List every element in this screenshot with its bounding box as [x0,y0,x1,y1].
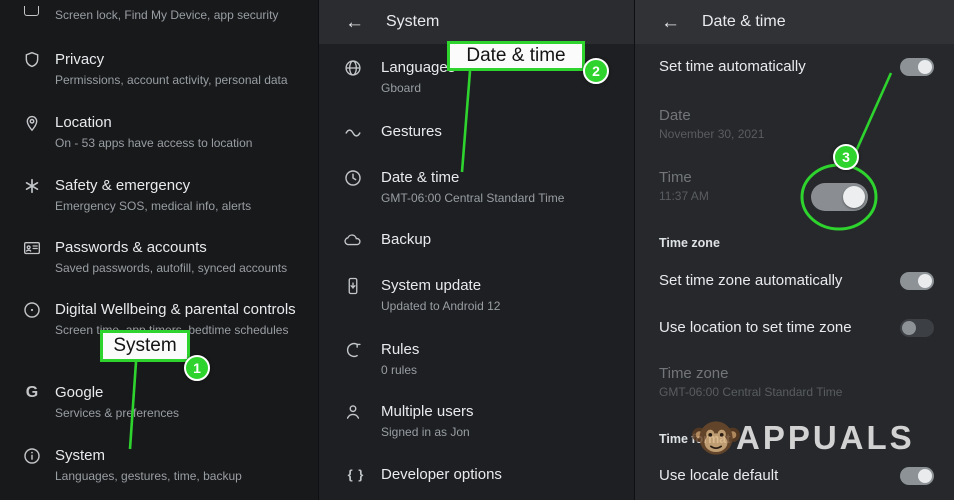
item-title: Location [55,114,112,131]
system-header: ← System [319,0,634,44]
item-title: System [55,447,106,464]
row-title: Time zone [659,365,729,382]
step-badge-1: 1 [184,355,210,381]
step-badge-3: 3 [833,144,859,170]
magnified-toggle [811,183,868,211]
row-value: GMT-06:00 Central Standard Time [659,385,843,399]
annotation-label-system: System [100,330,190,362]
row-value: November 30, 2021 [659,127,765,141]
location-pin-icon [22,113,42,133]
phone-update-icon [343,276,363,296]
google-letter: G [25,384,39,401]
clock-icon [343,168,363,188]
item-subtitle: Permissions, account activity, personal … [55,73,288,87]
back-icon[interactable]: ← [345,13,364,32]
item-subtitle: GMT-06:00 Central Standard Time [381,191,565,205]
item-title: Date & time [381,169,460,186]
item-subtitle: Signed in as Jon [381,425,470,439]
item-subtitle: Updated to Android 12 [381,299,501,313]
item-title: Google [55,384,104,401]
item-title: Privacy [55,51,105,68]
row-use-location-time-zone[interactable]: Use location to set time zone [635,318,954,338]
system-icon [22,446,42,466]
privacy-icon [22,50,42,70]
item-title: Passwords & accounts [55,239,207,256]
item-subtitle: Emergency SOS, medical info, alerts [55,199,252,213]
item-title: Developer options [381,466,502,483]
rules-icon [343,340,363,360]
item-subtitle: 0 rules [381,363,418,377]
row-title: Date [659,107,691,124]
annotation-label-date-time: Date & time [447,41,585,71]
page-title: System [386,13,440,30]
safety-emergency-icon [22,176,42,196]
watermark: APPUALS [690,412,915,464]
row-use-locale-default[interactable]: Use locale default [635,466,954,486]
item-title: Backup [381,231,432,248]
item-subtitle: Saved passwords, autofill, synced accoun… [55,261,288,275]
row-set-time-zone-automatically[interactable]: Set time zone automatically [635,271,954,291]
set-time-automatically-toggle[interactable] [900,58,934,76]
settings-main-panel: Screen lock, Find My Device, app securit… [0,0,318,500]
item-subtitle: Services & preferences [55,406,180,420]
item-title: Multiple users [381,403,474,420]
cloud-icon [343,230,363,250]
section-label: Time zone [659,236,720,250]
item-subtitle: Gboard [381,81,422,95]
item-subtitle: Screen lock, Find My Device, app securit… [55,8,279,22]
back-icon[interactable]: ← [661,13,680,32]
monkey-logo-icon [690,412,742,464]
row-title: Set time zone automatically [659,272,843,289]
date-time-header: ← Date & time [635,0,954,44]
row-set-time-automatically[interactable]: Set time automatically [635,57,954,77]
set-time-zone-automatically-toggle[interactable] [900,272,934,290]
row-value: 11:37 AM [659,189,709,203]
item-title: Safety & emergency [55,177,191,194]
wellbeing-icon [22,300,42,320]
row-title: Set time automatically [659,58,806,75]
item-subtitle: On - 53 apps have access to location [55,136,253,150]
use-location-toggle[interactable] [900,319,934,337]
globe-icon [343,58,363,78]
item-title: Rules [381,341,420,358]
page-title: Date & time [702,13,786,30]
google-icon: G [22,383,42,403]
braces-glyph: { } [347,467,365,482]
item-subtitle: Languages, gestures, time, backup [55,469,242,483]
item-title: Gestures [381,123,442,140]
person-icon [343,402,363,422]
item-title: System update [381,277,482,294]
step-badge-2: 2 [583,58,609,84]
row-title: Use location to set time zone [659,319,852,336]
row-title: Use locale default [659,467,779,484]
row-title: Time [659,169,692,186]
item-title: Digital Wellbeing & parental controls [55,301,296,318]
item-title: Languages [381,59,456,76]
developer-braces-icon: { } [343,465,369,485]
use-locale-default-toggle[interactable] [900,467,934,485]
watermark-text: APPUALS [736,419,915,456]
id-card-icon [22,238,42,258]
gestures-icon [343,122,363,142]
lock-icon [24,6,39,16]
